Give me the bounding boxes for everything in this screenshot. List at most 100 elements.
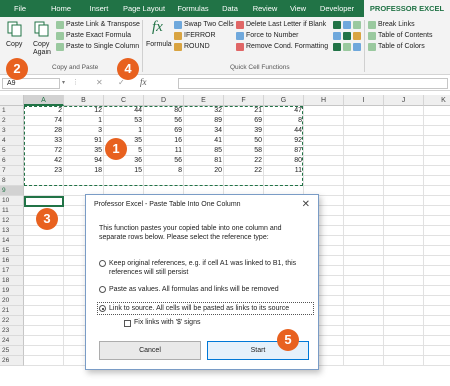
group-copy-paste-label: Copy and Paste xyxy=(52,64,99,71)
row-header-8[interactable]: 8 xyxy=(0,176,24,186)
swap-two-cells-button[interactable]: Swap Two Cells xyxy=(174,21,236,30)
name-box[interactable]: A9 xyxy=(2,78,60,89)
row-header-15[interactable]: 15 xyxy=(0,246,24,256)
row-header-21[interactable]: 21 xyxy=(0,306,24,316)
ribbon: Copy Copy Again Paste Link & Transpose P… xyxy=(0,17,450,75)
option-paste-values[interactable]: Paste as values. All formulas and links … xyxy=(99,285,313,295)
row-header-25[interactable]: 25 xyxy=(0,346,24,356)
copy-button[interactable]: Copy xyxy=(5,21,25,61)
small-tool-icon[interactable] xyxy=(333,32,341,40)
small-tool-icon[interactable] xyxy=(333,43,341,51)
column-header-b[interactable]: B xyxy=(64,95,104,106)
active-cell-a9[interactable] xyxy=(24,196,64,207)
copy-again-button[interactable]: Copy Again xyxy=(30,21,54,61)
copy-marquee xyxy=(24,106,303,186)
row-header-14[interactable]: 14 xyxy=(0,236,24,246)
paste-exact-formula-button[interactable]: Paste Exact Formula xyxy=(56,32,140,41)
row-header-20[interactable]: 20 xyxy=(0,296,24,306)
remove-cond-formatting-button[interactable]: Remove Cond. Formatting xyxy=(236,43,334,52)
formula-input[interactable] xyxy=(178,78,448,89)
column-header-h[interactable]: H xyxy=(304,95,344,106)
column-header-c[interactable]: C xyxy=(104,95,144,106)
remove-cond-formatting-label: Remove Cond. Formatting xyxy=(246,43,329,50)
insert-function-icon[interactable]: fx xyxy=(140,77,147,87)
formula-button[interactable]: fx Formula xyxy=(146,19,172,61)
small-tool-icon[interactable] xyxy=(343,32,351,40)
tab-professor-excel[interactable]: PROFESSOR EXCEL xyxy=(364,0,450,17)
step-marker-5: 5 xyxy=(277,329,299,351)
fix-links-checkbox-row[interactable]: Fix links with '$' signs xyxy=(124,319,244,329)
row-header-10[interactable]: 10 xyxy=(0,196,24,206)
option-link-to-source[interactable]: Link to source. All cells will be pasted… xyxy=(99,304,313,314)
column-header-j[interactable]: J xyxy=(384,95,424,106)
radio-paste-values[interactable] xyxy=(99,286,106,293)
row-header-18[interactable]: 18 xyxy=(0,276,24,286)
row-header-16[interactable]: 16 xyxy=(0,256,24,266)
break-links-label: Break Links xyxy=(378,21,415,28)
round-button[interactable]: ROUND xyxy=(174,43,224,52)
row-header-1[interactable]: 1 xyxy=(0,106,24,116)
column-header-d[interactable]: D xyxy=(144,95,184,106)
tab-insert[interactable]: Insert xyxy=(82,0,116,17)
row-header-4[interactable]: 4 xyxy=(0,136,24,146)
tab-page-layout[interactable]: Page Layout xyxy=(118,0,170,17)
cancel-button[interactable]: Cancel xyxy=(99,341,201,360)
column-header-e[interactable]: E xyxy=(184,95,224,106)
small-tool-icon[interactable] xyxy=(343,43,351,51)
tab-view[interactable]: View xyxy=(284,0,312,17)
break-links-button[interactable]: Break Links xyxy=(368,21,448,30)
fix-links-checkbox[interactable] xyxy=(124,320,131,327)
row-header-6[interactable]: 6 xyxy=(0,156,24,166)
row-header-2[interactable]: 2 xyxy=(0,116,24,126)
column-header-a[interactable]: A xyxy=(24,95,64,106)
delete-last-letter-button[interactable]: Delete Last Letter if Blank xyxy=(236,21,334,30)
row-header-13[interactable]: 13 xyxy=(0,226,24,236)
row-header-5[interactable]: 5 xyxy=(0,146,24,156)
small-tool-icon[interactable] xyxy=(333,21,341,29)
column-header-g[interactable]: G xyxy=(264,95,304,106)
table-of-colors-button[interactable]: Table of Colors xyxy=(368,43,448,52)
paste-link-transpose-button[interactable]: Paste Link & Transpose xyxy=(56,21,140,30)
row-header-26[interactable]: 26 xyxy=(0,356,24,366)
tab-formulas[interactable]: Formulas xyxy=(172,0,214,17)
tab-developer[interactable]: Developer xyxy=(314,0,360,17)
step-marker-3: 3 xyxy=(36,208,58,230)
small-tool-icon[interactable] xyxy=(353,21,361,29)
tab-file[interactable]: File xyxy=(6,0,34,17)
dialog-close-icon[interactable]: ✕ xyxy=(302,199,310,210)
row-header-17[interactable]: 17 xyxy=(0,266,24,276)
iferror-button[interactable]: IFERROR xyxy=(174,32,224,41)
ribbon-tab-bar: File Home Insert Page Layout Formulas Da… xyxy=(0,0,450,17)
small-tool-icon[interactable] xyxy=(343,21,351,29)
group-separator xyxy=(364,20,365,72)
select-all-corner[interactable] xyxy=(0,95,24,106)
force-to-number-button[interactable]: Force to Number xyxy=(236,32,326,41)
radio-link-to-source[interactable] xyxy=(99,305,106,312)
row-header-9[interactable]: 9 xyxy=(0,186,24,196)
row-header-3[interactable]: 3 xyxy=(0,126,24,136)
row-header-19[interactable]: 19 xyxy=(0,286,24,296)
row-header-23[interactable]: 23 xyxy=(0,326,24,336)
column-header-k[interactable]: K xyxy=(424,95,450,106)
tab-home[interactable]: Home xyxy=(44,0,78,17)
row-header-22[interactable]: 22 xyxy=(0,316,24,326)
table-of-contents-button[interactable]: Table of Contents xyxy=(368,32,448,41)
tab-data[interactable]: Data xyxy=(216,0,244,17)
small-tool-icon[interactable] xyxy=(353,43,361,51)
row-header-7[interactable]: 7 xyxy=(0,166,24,176)
option-keep-references[interactable]: Keep original references, e.g. if cell A… xyxy=(99,259,313,279)
cancel-entry-icon[interactable]: ✕ xyxy=(96,78,103,87)
small-tool-icon[interactable] xyxy=(353,32,361,40)
row-header-24[interactable]: 24 xyxy=(0,336,24,346)
step-marker-4: 4 xyxy=(117,58,139,80)
swap-icon xyxy=(174,21,182,29)
tab-review[interactable]: Review xyxy=(248,0,282,17)
paste-single-column-button[interactable]: Paste to Single Column xyxy=(56,43,140,52)
table-of-contents-label: Table of Contents xyxy=(378,32,433,39)
radio-keep-references[interactable] xyxy=(99,260,106,267)
row-header-11[interactable]: 11 xyxy=(0,206,24,216)
column-header-i[interactable]: I xyxy=(344,95,384,106)
column-header-f[interactable]: F xyxy=(224,95,264,106)
row-header-12[interactable]: 12 xyxy=(0,216,24,226)
name-box-dropdown-icon[interactable]: ▾ xyxy=(62,79,65,86)
